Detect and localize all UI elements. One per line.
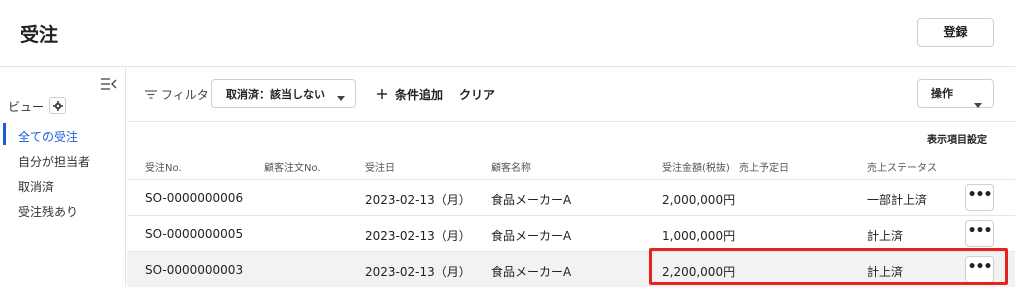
column-header-order-date[interactable]: 受注日 <box>365 159 395 174</box>
sidebar: ビュー 全ての受注 自分が担当者 取消済 受注残あり <box>0 67 126 287</box>
column-header-customer-order-no[interactable]: 顧客注文No. <box>264 159 321 174</box>
active-indicator <box>3 123 6 145</box>
cancelled-filter-dropdown[interactable]: 取消済：該当しない <box>211 79 356 108</box>
chevron-down-icon <box>974 91 982 118</box>
filter-button[interactable]: フィルタ <box>145 86 209 103</box>
status-cell: 一部計上済 <box>867 193 928 207</box>
add-condition-label: 条件追加 <box>395 88 444 102</box>
sidebar-item-backorder[interactable]: 受注残あり <box>18 203 78 220</box>
amount-cell: 2,000,000円 <box>662 193 736 207</box>
customer-cell: 食品メーカーA <box>491 193 572 207</box>
register-button[interactable]: 登録 <box>917 18 994 47</box>
plus-icon <box>377 88 387 102</box>
page-title: 受注 <box>20 24 59 46</box>
order-date-cell: 2023-02-13（月） <box>365 229 471 243</box>
row-more-button[interactable]: ••• <box>965 220 994 247</box>
customer-cell: 食品メーカーA <box>491 265 572 279</box>
view-label: ビュー <box>8 100 45 114</box>
filter-chip-label: 取消済：該当しない <box>226 87 325 101</box>
column-header-order-no[interactable]: 受注No. <box>145 159 182 174</box>
table-row[interactable]: SO-0000000005 2023-02-13（月） 食品メーカーA 1,00… <box>127 216 1015 252</box>
column-header-sales-status[interactable]: 売上ステータス <box>867 159 937 174</box>
column-header-customer[interactable]: 顧客名称 <box>491 159 531 174</box>
status-cell: 計上済 <box>867 229 904 243</box>
sidebar-item-all-orders[interactable]: 全ての受注 <box>18 128 78 145</box>
order-no-cell: SO-0000000005 <box>145 227 244 241</box>
order-no-cell: SO-0000000006 <box>145 191 244 205</box>
filter-label: フィルタ <box>161 88 209 102</box>
customer-cell: 食品メーカーA <box>491 229 572 243</box>
highlight-annotation <box>649 248 1008 285</box>
order-date-cell: 2023-02-13（月） <box>365 193 471 207</box>
order-date-cell: 2023-02-13（月） <box>365 265 471 279</box>
gear-icon <box>52 96 63 115</box>
sidebar-item-my-orders[interactable]: 自分が担当者 <box>18 153 90 170</box>
filter-bar: フィルタ 取消済：該当しない 条件追加 クリア 操作 <box>127 67 1015 122</box>
view-settings-button[interactable] <box>49 97 66 114</box>
clear-button[interactable]: クリア <box>459 86 495 103</box>
add-condition-button[interactable]: 条件追加 <box>377 86 443 103</box>
operations-label: 操作 <box>931 87 953 100</box>
column-header-amount[interactable]: 受注金額(税抜) <box>662 159 730 174</box>
column-header-sales-date[interactable]: 売上予定日 <box>739 159 789 174</box>
amount-cell: 1,000,000円 <box>662 229 736 243</box>
display-settings-link[interactable]: 表示項目設定 <box>927 131 987 146</box>
sidebar-item-cancelled[interactable]: 取消済 <box>18 178 54 195</box>
row-more-button[interactable]: ••• <box>965 184 994 211</box>
table-row[interactable]: SO-0000000006 2023-02-13（月） 食品メーカーA 2,00… <box>127 180 1015 216</box>
sidebar-collapse-icon[interactable] <box>101 75 117 90</box>
page-header: 受注 登録 <box>0 0 1015 67</box>
chevron-down-icon <box>337 91 345 104</box>
filter-icon <box>145 88 157 102</box>
operations-dropdown[interactable]: 操作 <box>917 79 994 108</box>
order-no-cell: SO-0000000003 <box>145 263 244 277</box>
